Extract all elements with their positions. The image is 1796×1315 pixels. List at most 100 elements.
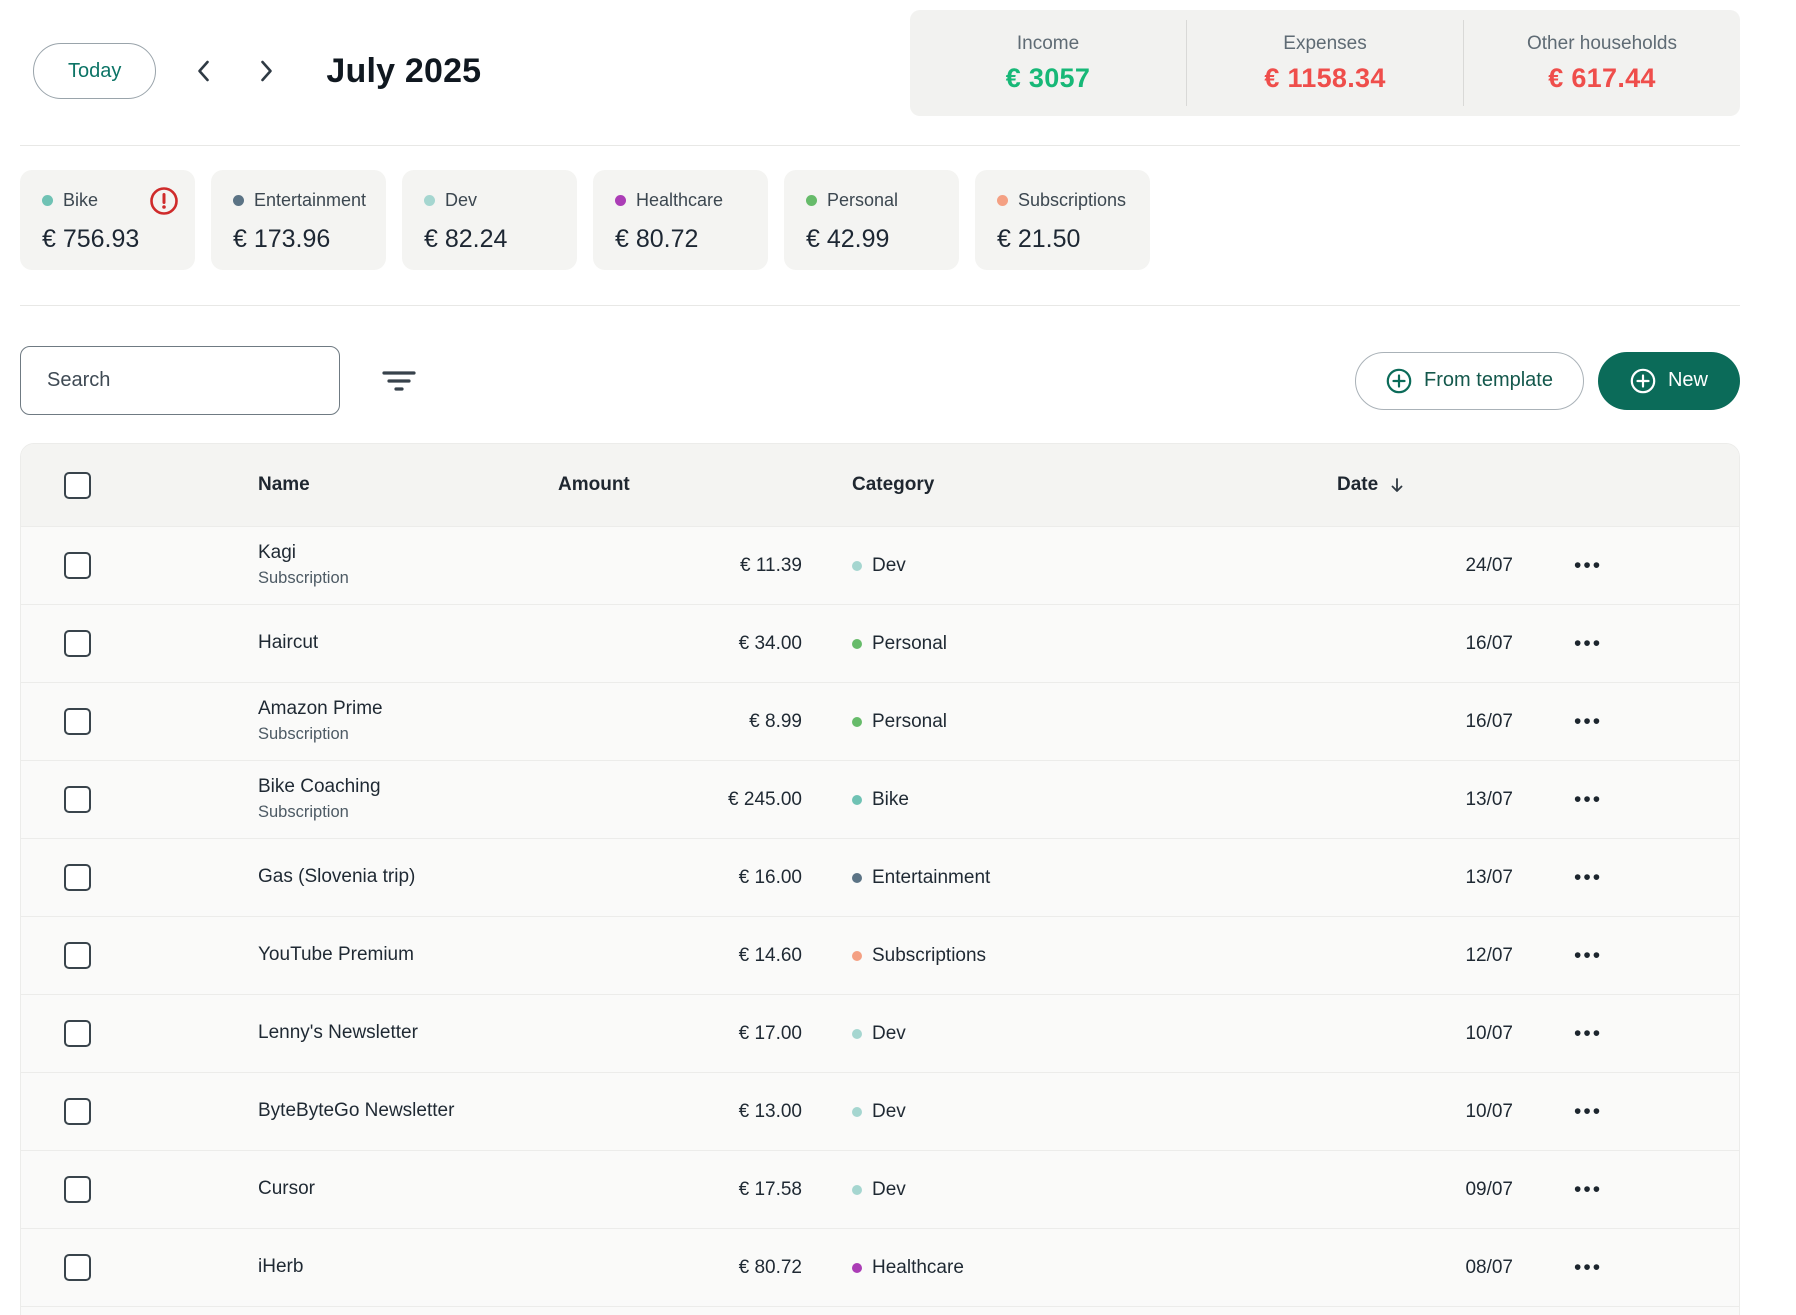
table-row[interactable]: iHerb € 80.72 Healthcare 08/07 ••• [21, 1228, 1739, 1306]
summary-other-households-value: € 617.44 [1548, 63, 1656, 94]
row-checkbox[interactable] [64, 630, 91, 657]
table-row[interactable]: Lenny's Newsletter € 17.00 Dev 10/07 ••• [21, 994, 1739, 1072]
row-checkbox[interactable] [64, 786, 91, 813]
category-card-bike[interactable]: Bike € 756.93 [20, 170, 195, 270]
row-category: Subscriptions [802, 945, 1319, 967]
column-header-category: Category [802, 474, 1319, 496]
row-actions-button[interactable]: ••• [1574, 1101, 1602, 1122]
column-header-date[interactable]: Date [1319, 474, 1519, 496]
select-all-checkbox[interactable] [64, 472, 91, 499]
table-row[interactable]: Bike Coaching Subscription € 245.00 Bike… [21, 760, 1739, 838]
category-card-label: Entertainment [254, 190, 366, 211]
transactions-table: Name Amount Category Date [20, 443, 1740, 1315]
category-card-entertainment[interactable]: Entertainment € 173.96 [211, 170, 386, 270]
sort-descending-icon [1390, 477, 1404, 493]
row-checkbox[interactable] [64, 864, 91, 891]
row-amount: € 14.60 [558, 945, 802, 967]
table-row[interactable]: ByteByteGo Newsletter € 13.00 Dev 10/07 … [21, 1072, 1739, 1150]
row-amount: € 80.72 [558, 1257, 802, 1279]
plus-circle-icon [1386, 368, 1412, 394]
budget-app-page: Today July 2025 Income € 3057 [0, 0, 1796, 1315]
column-header-date-label: Date [1337, 474, 1378, 496]
category-card-personal[interactable]: Personal € 42.99 [784, 170, 959, 270]
category-dot [852, 795, 862, 805]
row-actions-button[interactable]: ••• [1574, 867, 1602, 888]
row-category-label: Bike [872, 789, 909, 811]
category-card-value: € 173.96 [233, 225, 364, 254]
category-dot [852, 1107, 862, 1117]
row-checkbox[interactable] [64, 1098, 91, 1125]
row-name: Bike Coaching [258, 775, 558, 800]
category-cards-row: Bike € 756.93 Entertainment [20, 170, 1740, 270]
row-name: Kagi [258, 541, 558, 566]
table-row[interactable]: Cursor € 17.58 Dev 09/07 ••• [21, 1150, 1739, 1228]
toolbar: From template New [20, 346, 1740, 415]
table-row[interactable]: Gas (Slovenia trip) € 16.00 Entertainmen… [21, 838, 1739, 916]
category-card-value: € 80.72 [615, 225, 746, 254]
filter-button[interactable] [376, 361, 422, 401]
category-card-subscriptions[interactable]: Subscriptions € 21.50 [975, 170, 1150, 270]
new-button-label: New [1668, 369, 1708, 392]
row-actions-button[interactable]: ••• [1574, 555, 1602, 576]
row-subtitle: Subscription [258, 724, 558, 745]
row-actions-button[interactable]: ••• [1574, 633, 1602, 654]
row-checkbox[interactable] [64, 942, 91, 969]
table-row[interactable]: Haircut € 34.00 Personal 16/07 ••• [21, 604, 1739, 682]
row-category-label: Entertainment [872, 867, 990, 889]
row-amount: € 13.00 [558, 1101, 802, 1123]
plus-circle-icon [1630, 368, 1656, 394]
row-checkbox[interactable] [64, 708, 91, 735]
row-name: ByteByteGo Newsletter [258, 1099, 558, 1124]
row-actions-button[interactable]: ••• [1574, 1179, 1602, 1200]
table-filler [21, 1306, 1739, 1315]
category-dot [852, 1029, 862, 1039]
category-card-healthcare[interactable]: Healthcare € 80.72 [593, 170, 768, 270]
row-checkbox[interactable] [64, 1176, 91, 1203]
row-amount: € 17.00 [558, 1023, 802, 1045]
row-amount: € 34.00 [558, 633, 802, 655]
category-color-dot [615, 195, 626, 206]
category-card-dev[interactable]: Dev € 82.24 [402, 170, 577, 270]
new-button[interactable]: New [1598, 352, 1740, 410]
row-name: Haircut [258, 631, 558, 656]
row-actions-button[interactable]: ••• [1574, 1023, 1602, 1044]
chevron-right-icon [260, 59, 274, 83]
row-category: Personal [802, 711, 1319, 733]
summary-expenses-value: € 1158.34 [1264, 63, 1385, 94]
top-header: Today July 2025 Income € 3057 [20, 0, 1740, 146]
row-actions-button[interactable]: ••• [1574, 1257, 1602, 1278]
row-checkbox[interactable] [64, 1020, 91, 1047]
row-category: Healthcare [802, 1257, 1319, 1279]
table-row[interactable]: Kagi Subscription € 11.39 Dev 24/07 ••• [21, 526, 1739, 604]
table-row[interactable]: YouTube Premium € 14.60 Subscriptions 12… [21, 916, 1739, 994]
row-actions-button[interactable]: ••• [1574, 945, 1602, 966]
category-card-label: Healthcare [636, 190, 723, 211]
row-checkbox[interactable] [64, 1254, 91, 1281]
column-header-name: Name [258, 474, 558, 496]
row-category-label: Healthcare [872, 1257, 964, 1279]
filter-icon [382, 367, 416, 395]
category-card-label: Subscriptions [1018, 190, 1126, 211]
search-input[interactable] [20, 346, 340, 415]
category-color-dot [233, 195, 244, 206]
category-color-dot [424, 195, 435, 206]
summary-other-households-label: Other households [1527, 33, 1677, 55]
row-date: 12/07 [1319, 945, 1519, 967]
row-name: Amazon Prime [258, 697, 558, 722]
row-date: 09/07 [1319, 1179, 1519, 1201]
next-month-button[interactable] [250, 49, 284, 93]
row-checkbox[interactable] [64, 552, 91, 579]
from-template-button[interactable]: From template [1355, 352, 1584, 410]
category-card-value: € 82.24 [424, 225, 555, 254]
row-actions-button[interactable]: ••• [1574, 789, 1602, 810]
previous-month-button[interactable] [186, 49, 220, 93]
row-category: Dev [802, 1023, 1319, 1045]
table-row[interactable]: Amazon Prime Subscription € 8.99 Persona… [21, 682, 1739, 760]
category-dot [852, 951, 862, 961]
category-color-dot [997, 195, 1008, 206]
summary-income-label: Income [1017, 33, 1079, 55]
today-button[interactable]: Today [33, 43, 156, 99]
summary-panel: Income € 3057 Expenses € 1158.34 Other h… [910, 10, 1740, 116]
warning-icon [149, 186, 179, 216]
row-actions-button[interactable]: ••• [1574, 711, 1602, 732]
